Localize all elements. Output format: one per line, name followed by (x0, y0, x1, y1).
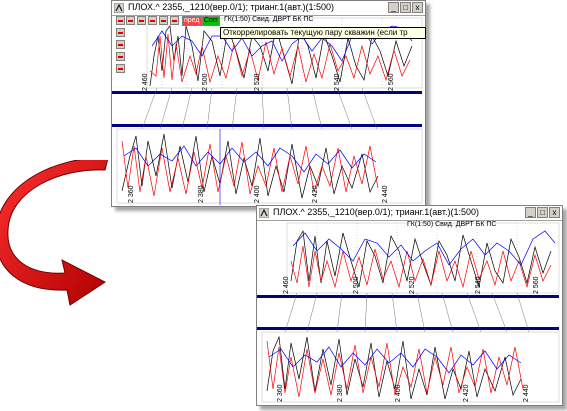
nav-button[interactable] (116, 40, 125, 49)
curve-red-top (290, 245, 552, 289)
minimize-button[interactable]: _ (525, 207, 536, 218)
depth-label: 2 380 (198, 185, 205, 203)
tooltip: Откоррелировать текущую пару скважин (ес… (220, 27, 426, 39)
app-icon (114, 3, 124, 13)
depth-label: 2 400 (254, 185, 261, 203)
track-header: ГК(1:50) Свид. ДВРТ БК ПС (224, 16, 314, 23)
depth-label: 2 520 (254, 73, 261, 91)
nav-button[interactable] (116, 16, 125, 25)
arrow-left-button[interactable] (126, 16, 135, 25)
depth-label: 2 540 (475, 276, 482, 294)
maximize-button[interactable]: □ (537, 207, 548, 218)
depth-label: 2 420 (463, 384, 470, 402)
curve-black-bottom (121, 133, 379, 199)
title-bar[interactable]: ПЛОХ.^ 2355,_1210(вер.0/1); трианг.1(авт… (112, 1, 425, 16)
depth-label: 2 360 (277, 384, 284, 402)
corr-button[interactable]: Corr (202, 16, 220, 26)
close-button[interactable]: x (412, 2, 423, 13)
depth-label: 2 560 (388, 73, 395, 91)
nav-button[interactable] (116, 52, 125, 61)
depth-label: 2 500 (202, 73, 209, 91)
depth-label: 2 440 (382, 185, 389, 203)
correlation-window-before: ПЛОХ.^ 2355,_1210(вер.0/1); трианг.1(авт… (111, 0, 426, 207)
nav-button[interactable] (116, 28, 125, 37)
depth-label: 2 520 (409, 276, 416, 294)
close-button[interactable]: x (549, 207, 560, 218)
track-header: ГК(1:50) Свид. ДВРТ БК ПС (407, 221, 497, 228)
depth-label: 2 460 (283, 276, 290, 294)
log-correlation-plot[interactable] (112, 16, 425, 205)
correlation-window-after: ПЛОХ.^ 2355,_1210(вер.0/1); трианг.1(авт… (256, 205, 563, 406)
depth-label: 2 360 (128, 185, 135, 203)
prev-button[interactable]: пред (182, 16, 202, 26)
page-button[interactable] (170, 16, 179, 25)
curved-arrow (0, 160, 109, 306)
depth-label: 2 500 (353, 276, 360, 294)
arrow-down-button[interactable] (159, 16, 168, 25)
app-icon (259, 208, 269, 218)
curve-red-bottom (121, 140, 379, 197)
depth-label: 2 420 (312, 185, 319, 203)
curve-blue-top (292, 230, 556, 266)
depth-label: 2 460 (142, 73, 149, 91)
depth-label: 2 400 (395, 384, 402, 402)
depth-label: 2 440 (523, 384, 530, 402)
arrow-right-button[interactable] (137, 16, 146, 25)
arrow-up-button[interactable] (148, 16, 157, 25)
maximize-button[interactable]: □ (400, 2, 411, 13)
depth-label: 2 380 (337, 384, 344, 402)
log-correlation-plot[interactable] (257, 221, 562, 404)
nav-button[interactable] (116, 64, 125, 73)
window-title: ПЛОХ.^ 2355,_1210(вер.0/1); трианг.1(авт… (128, 2, 334, 12)
title-bar[interactable]: ПЛОХ.^ 2355,_1210(вер.0/1); трианг.1(авт… (257, 206, 562, 221)
depth-label: 2 560 (533, 276, 540, 294)
depth-label: 2 540 (334, 73, 341, 91)
window-title: ПЛОХ.^ 2355,_1210(вер.0/1); трианг.1(авт… (273, 207, 479, 217)
minimize-button[interactable]: _ (388, 2, 399, 13)
